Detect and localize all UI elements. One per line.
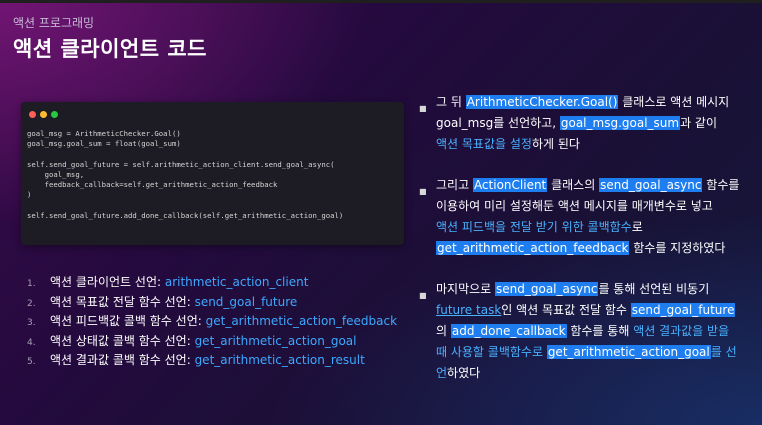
- bullet-square-icon: ■: [419, 187, 427, 196]
- list-label: 액션 클라이언트 선언:: [50, 275, 165, 289]
- highlight: goal_msg.goal_sum: [559, 116, 681, 130]
- list-value: arithmetic_action_client: [164, 275, 309, 289]
- minimize-dot-icon: [40, 111, 47, 118]
- highlight: get_arithmetic_action_goal: [546, 345, 711, 359]
- code-line: self.send_goal_future = self.arithmetic_…: [27, 159, 335, 169]
- list-label: 액션 결과값 콜백 함수 선언:: [50, 353, 195, 367]
- window-controls: [29, 111, 58, 118]
- list-value: get_arithmetic_action_result: [194, 353, 365, 367]
- code-block: goal_msg = ArithmeticChecker.Goal() goal…: [27, 129, 343, 221]
- code-line: self.send_goal_future.add_done_callback(…: [27, 210, 344, 220]
- highlight: send_goal_async: [599, 178, 703, 192]
- list-label: 액션 피드백값 콜백 함수 선언:: [50, 314, 206, 328]
- list-item: 3. 액션 피드백값 콜백 함수 선언: get_arithmetic_actio…: [27, 312, 397, 332]
- declaration-list: 1. 액션 클라이언트 선언: arithmetic_action_client …: [27, 273, 397, 371]
- list-number: 1.: [27, 279, 36, 289]
- code-line: goal_msg,: [27, 169, 85, 179]
- blue-text: 때 사용할 콜백함수로: [436, 345, 547, 359]
- top-strip: [0, 0, 762, 3]
- blue-text: 를 선: [710, 345, 737, 359]
- code-window: goal_msg = ArithmeticChecker.Goal() goal…: [21, 102, 404, 245]
- list-item: 2. 액션 목표값 전달 함수 선언: send_goal_future: [27, 293, 397, 313]
- bullet-text: 마지막으로 send_goal_async를 통해 선언된 비동기 future …: [436, 282, 737, 380]
- blue-text: 액션 목표값을 설정: [436, 137, 532, 151]
- list-value: send_goal_future: [194, 294, 298, 309]
- bullet-square-icon: ■: [419, 291, 427, 300]
- blue-text: 액션 피드백을 전달 받기 위한 콜백함수: [436, 220, 632, 234]
- list-item: 4. 액션 상태값 콜백 함수 선언: get_arithmetic_action…: [27, 332, 397, 352]
- code-line: feedback_callback=self.get_arithmetic_ac…: [27, 180, 278, 190]
- list-number: 5.: [27, 357, 36, 367]
- code-line: ): [27, 190, 32, 200]
- slide-subtitle: 액션 프로그래밍: [13, 16, 95, 30]
- code-line: goal_msg = ArithmeticChecker.Goal(): [27, 129, 181, 138]
- highlight: send_goal_future: [630, 303, 736, 317]
- code-line: goal_msg.goal_sum = float(goal_sum): [27, 139, 181, 149]
- list-label: 액션 목표값 전달 함수 선언:: [50, 294, 195, 309]
- highlight: send_goal_async: [495, 282, 599, 296]
- highlight: ArithmeticChecker.Goal(): [465, 95, 619, 109]
- maximize-dot-icon: [51, 111, 58, 118]
- blue-text: 액션 결과값을 받을: [633, 324, 730, 338]
- highlight: add_done_callback: [450, 324, 567, 338]
- close-dot-icon: [29, 111, 36, 118]
- blue-text: 언: [436, 366, 448, 380]
- list-label: 액션 상태값 콜백 함수 선언:: [50, 333, 195, 348]
- list-value: get_arithmetic_action_goal: [194, 333, 357, 348]
- future-task-link[interactable]: future task: [436, 303, 501, 317]
- bullet-text: 그리고 ActionClient 클래스의 send_goal_async 함수…: [436, 178, 740, 255]
- highlight: ActionClient: [472, 178, 548, 192]
- list-value: get_arithmetic_action_feedback: [205, 314, 398, 328]
- bullet-text: 그 뒤 ArithmeticChecker.Goal() 클래스로 액션 메시지…: [436, 95, 730, 151]
- list-item: 5. 액션 결과값 콜백 함수 선언: get_arithmetic_action…: [27, 351, 397, 371]
- list-item: 1. 액션 클라이언트 선언: arithmetic_action_client: [27, 273, 397, 293]
- list-number: 3.: [27, 318, 36, 328]
- slide-title: 액션 클라이언트 코드: [13, 37, 208, 61]
- highlight: get_arithmetic_action_feedback: [436, 241, 630, 255]
- bullet-square-icon: ■: [419, 104, 427, 113]
